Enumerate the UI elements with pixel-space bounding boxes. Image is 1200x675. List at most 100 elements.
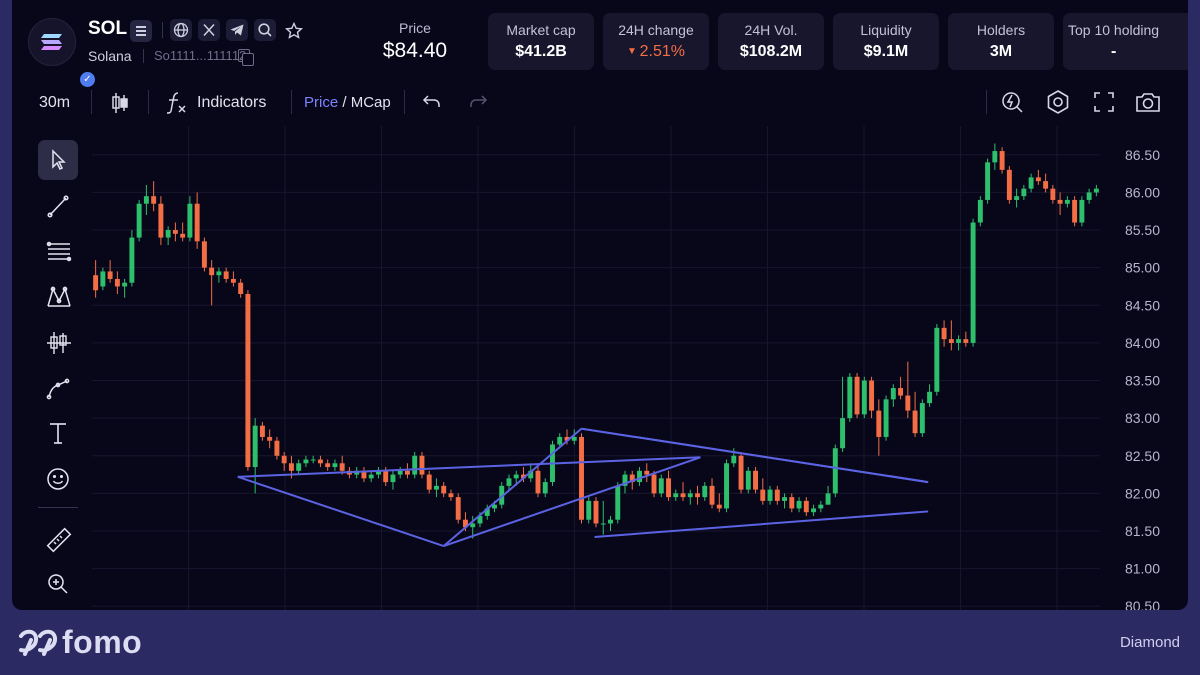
- globe-icon[interactable]: [170, 19, 192, 41]
- replay-icon[interactable]: [1000, 90, 1024, 114]
- y-tick-label: 81.00: [1125, 561, 1160, 577]
- candle-body: [107, 271, 113, 279]
- stat-value: -: [1111, 43, 1117, 60]
- candle-body: [876, 410, 882, 437]
- candle-body: [593, 500, 599, 524]
- candle-body: [774, 489, 780, 501]
- candle-body: [883, 399, 889, 437]
- y-tick-label: 82.00: [1125, 485, 1160, 501]
- x-icon[interactable]: [198, 19, 220, 41]
- candle-body: [927, 391, 933, 404]
- pattern-line: [594, 510, 929, 539]
- stat-value: 3M: [989, 43, 1013, 60]
- candle-body: [753, 470, 759, 490]
- price-mcap-toggle[interactable]: Price / MCap: [304, 94, 391, 111]
- camera-icon[interactable]: [1135, 91, 1161, 113]
- candle-body: [644, 470, 650, 475]
- candle-body: [209, 267, 215, 276]
- candle-body: [259, 425, 265, 437]
- candle-body: [404, 470, 410, 475]
- candle-body: [818, 504, 824, 509]
- candle-body: [854, 376, 860, 415]
- candle-body: [100, 271, 106, 287]
- candle-body: [716, 504, 722, 509]
- fomo-logo-icon: [19, 629, 58, 656]
- candle-body: [216, 271, 222, 276]
- candle-body: [651, 474, 657, 494]
- candle-body: [506, 478, 512, 486]
- candle-body: [919, 403, 925, 434]
- candle-body: [767, 489, 773, 501]
- star-icon[interactable]: [282, 19, 304, 41]
- candle-body: [999, 151, 1005, 170]
- change-value: 2.51%: [639, 43, 686, 60]
- token-address: So1111...111112: [154, 48, 247, 63]
- candle-body: [245, 294, 251, 468]
- candle-body: [898, 388, 904, 396]
- indicators-button[interactable]: Indicators: [197, 94, 266, 112]
- mcap-toggle[interactable]: MCap: [351, 94, 391, 111]
- candle-body: [267, 436, 273, 441]
- candle-body: [397, 470, 403, 475]
- candle-body: [332, 463, 338, 468]
- fullscreen-icon[interactable]: [1093, 91, 1115, 113]
- interval-selector[interactable]: 30m: [39, 94, 70, 112]
- chart-card: ✓ SOL Solana So1111...111112 Price $84.4…: [12, 0, 1188, 610]
- price-toggle[interactable]: Price: [304, 94, 338, 111]
- candle-body: [390, 474, 396, 483]
- undo-icon[interactable]: [422, 93, 442, 111]
- candle-body: [861, 380, 867, 415]
- candle-body: [666, 478, 671, 498]
- candle-type-icon[interactable]: [110, 92, 130, 114]
- settings-icon[interactable]: [1045, 89, 1071, 115]
- candle-body: [252, 425, 258, 468]
- search-icon[interactable]: [254, 19, 276, 41]
- price-chart[interactable]: 86.50 86.00 85.50 85.00 84.50 84.00 83.50 83.00…: [12, 126, 1188, 610]
- candle-body: [281, 455, 287, 464]
- candle-body: [1050, 188, 1056, 200]
- candle-body: [637, 470, 642, 483]
- pattern-line: [237, 475, 445, 547]
- candle-body: [977, 199, 983, 223]
- function-icon[interactable]: [165, 91, 187, 115]
- redo-icon[interactable]: [468, 93, 488, 111]
- candlestick-chart[interactable]: 86.50 86.00 85.50 85.00 84.50 84.00 83.50 83.00…: [12, 126, 1188, 610]
- y-tick-label: 81.50: [1125, 523, 1160, 539]
- menu-icon[interactable]: [130, 20, 152, 42]
- divider: [148, 90, 149, 114]
- candle-body: [745, 470, 751, 490]
- candle-body: [760, 489, 766, 501]
- stat-label: Liquidity: [860, 22, 912, 38]
- candle-body: [238, 282, 244, 294]
- telegram-icon[interactable]: [226, 19, 248, 41]
- candle-body: [789, 497, 795, 509]
- candle-body: [535, 470, 541, 494]
- candle-body: [194, 203, 200, 242]
- candle-body: [383, 470, 389, 483]
- candle-body: [869, 380, 875, 411]
- candle-body: [1035, 177, 1041, 182]
- y-tick-label: 85.00: [1125, 260, 1160, 276]
- divider: [986, 90, 987, 114]
- chart-toolbar: 30m Indicators Price / MCap: [12, 84, 1188, 122]
- candle-body: [615, 485, 621, 520]
- candle-body: [1086, 192, 1092, 200]
- copy-icon[interactable]: [238, 49, 254, 66]
- candle-body: [1028, 177, 1034, 189]
- candle-body: [934, 327, 940, 392]
- candle-body: [608, 519, 613, 524]
- stat-value: ▼ 2.51%: [603, 43, 709, 61]
- candle-body: [172, 230, 178, 234]
- candle-body: [586, 500, 592, 520]
- candle-body: [223, 271, 229, 279]
- stat-top10-holding: Top 10 holding -: [1063, 13, 1188, 70]
- candle-body: [136, 203, 142, 238]
- candle-body: [1072, 199, 1078, 223]
- divider: [143, 49, 144, 63]
- candle-body: [1021, 188, 1027, 197]
- stat-24h-volume: 24H Vol. $108.2M: [718, 13, 824, 70]
- candle-body: [956, 339, 962, 343]
- candle-body: [158, 203, 164, 238]
- stat-label: 24H Vol.: [744, 22, 798, 38]
- candle-body: [143, 196, 149, 204]
